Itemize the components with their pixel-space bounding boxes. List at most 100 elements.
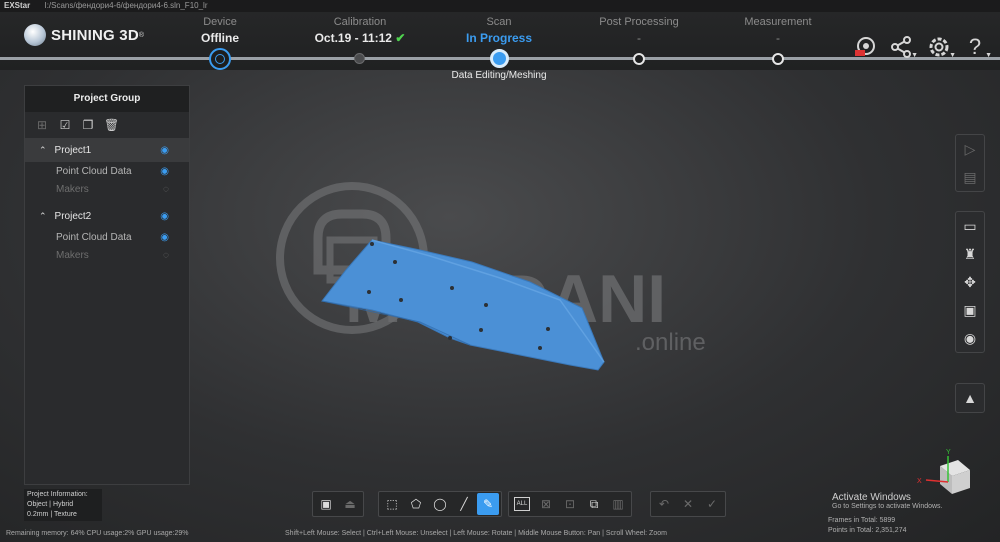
step-measurement-label: Measurement xyxy=(744,16,812,28)
step-device-value: Offline xyxy=(201,31,239,45)
project-name: Project1 xyxy=(54,144,92,156)
step-scan-value: In Progress xyxy=(465,31,533,45)
eye-off-icon[interactable]: ◌ xyxy=(163,250,169,261)
eye-icon[interactable]: ◉ xyxy=(160,232,169,243)
project-info-line: Object | Hybrid xyxy=(27,501,74,508)
brush-select-icon[interactable]: ✎ xyxy=(477,493,499,515)
project-info-line: 0.2mm | Texture xyxy=(27,511,77,518)
windows-activation-notice: Activate Windows Go to Settings to activ… xyxy=(832,492,943,510)
copy-icon[interactable]: ❐ xyxy=(81,118,95,132)
save-disk-icon[interactable]: ▣ xyxy=(315,493,337,515)
help-dropdown-icon: ▼ xyxy=(985,52,992,59)
watermark-suffix: .online xyxy=(635,329,706,356)
calibration-time: Oct.19 - 11:12 xyxy=(314,31,392,45)
line-select-icon[interactable]: ╱ xyxy=(453,493,475,515)
step-calibration-value: Oct.19 - 11:12 ✔ xyxy=(290,31,430,45)
scan-node[interactable] xyxy=(490,49,509,68)
right-toolbar-bottom: ▲ xyxy=(955,383,985,413)
bottom-toolbar-select: ⬚ ⬠ ◯ ╱ ✎ xyxy=(378,491,502,517)
settings-icon[interactable]: ▼ xyxy=(924,34,956,60)
post-processing-node[interactable] xyxy=(633,53,645,65)
project-item-row[interactable]: Point Cloud Data ◉ xyxy=(25,228,189,246)
delete-icon[interactable]: 🗑 xyxy=(104,118,119,132)
brand-trademark: ® xyxy=(138,31,145,39)
share-dropdown-icon: ▼ xyxy=(911,52,918,59)
brand-name: SHINING 3D xyxy=(51,26,139,44)
step-device-label: Device xyxy=(203,16,237,28)
view-eye-icon[interactable]: ◉ xyxy=(956,324,984,352)
app-name: EXStar xyxy=(4,1,31,10)
resource-usage: Remaining memory: 64% CPU usage:2% GPU u… xyxy=(6,530,189,537)
step-scan[interactable]: Scan In Progress xyxy=(429,16,569,45)
bottom-toolbar-file: ▣ ⏏ xyxy=(312,491,364,517)
project-name: Project2 xyxy=(54,210,92,222)
step-device[interactable]: Device Offline xyxy=(150,16,290,45)
delete-selection-icon[interactable]: ▥ xyxy=(607,493,629,515)
scanner-icon[interactable] xyxy=(850,34,880,60)
step-measurement-value: - xyxy=(776,31,780,45)
step-measurement[interactable]: Measurement - xyxy=(708,16,848,45)
step-post-processing-label: Post Processing xyxy=(599,16,679,28)
edit-icon[interactable]: ☑ xyxy=(58,118,72,132)
project-item-row[interactable]: Makers ◌ xyxy=(25,246,189,264)
project-item-row[interactable]: Makers ◌ xyxy=(25,180,189,198)
project-item-row[interactable]: Point Cloud Data ◉ xyxy=(25,162,189,180)
step-post-processing-value: - xyxy=(637,31,641,45)
step-post-processing[interactable]: Post Processing - xyxy=(569,16,709,45)
brand-logo: SHINING 3D ® xyxy=(24,24,144,46)
eye-icon[interactable]: ◉ xyxy=(160,211,169,222)
activate-sub: Go to Settings to activate Windows. xyxy=(832,503,943,510)
panel-title: Project Group xyxy=(25,86,189,112)
measurement-node[interactable] xyxy=(772,53,784,65)
project-information: Project Information: Object | Hybrid 0.2… xyxy=(24,489,102,521)
scanned-mesh[interactable] xyxy=(321,239,605,371)
right-toolbar-top: ▷ ▤ xyxy=(955,134,985,192)
project-row[interactable]: ⌃ Project2 ◉ xyxy=(25,204,189,228)
project-row[interactable]: ⌃ Project1 ◉ xyxy=(25,138,189,162)
axis-y-label: Y xyxy=(946,449,951,456)
cancel-icon[interactable]: ✕ xyxy=(677,493,699,515)
apply-icon[interactable]: ✓ xyxy=(701,493,723,515)
unselect-icon[interactable]: ⊠ xyxy=(535,493,557,515)
axis-x-label: X xyxy=(917,478,922,485)
device-node-icon[interactable] xyxy=(209,48,231,70)
lasso-select-icon[interactable]: ◯ xyxy=(429,493,451,515)
eye-icon[interactable]: ◉ xyxy=(160,145,169,156)
clean-brush-icon[interactable]: ♜ xyxy=(956,240,984,268)
eye-icon[interactable]: ◉ xyxy=(160,166,169,177)
window-icon[interactable]: ▭ xyxy=(956,212,984,240)
project-item-label: Makers xyxy=(56,183,89,195)
puzzle-icon[interactable]: ✥ xyxy=(956,268,984,296)
mouse-hints: Shift+Left Mouse: Select | Ctrl+Left Mou… xyxy=(285,530,667,537)
play-icon[interactable]: ▷ xyxy=(956,135,984,163)
project-item-label: Point Cloud Data xyxy=(56,231,132,243)
polygon-select-icon[interactable]: ⬠ xyxy=(405,493,427,515)
mesh-icon[interactable]: ▲ xyxy=(956,384,984,412)
help-icon[interactable]: ? ▼ xyxy=(960,34,992,60)
right-toolbar-main: ▭ ♜ ✥ ▣ ◉ xyxy=(955,211,985,353)
settings-dropdown-icon: ▼ xyxy=(949,52,956,59)
undo-icon[interactable]: ↶ xyxy=(653,493,675,515)
collapse-icon[interactable]: ⌃ xyxy=(39,145,47,156)
eye-off-icon[interactable]: ◌ xyxy=(163,184,169,195)
save-icon[interactable]: ▣ xyxy=(956,296,984,324)
project-group-panel: Project Group ⊞ ☑ ❐ 🗑 ⌃ Project1 ◉ Point… xyxy=(24,85,190,485)
step-calibration[interactable]: Calibration Oct.19 - 11:12 ✔ xyxy=(290,16,430,45)
invert-select-icon[interactable]: ⊡ xyxy=(559,493,581,515)
axis-gizmo[interactable]: Y X xyxy=(917,449,970,494)
list-panel-icon[interactable]: ▤ xyxy=(956,163,984,191)
step-scan-label: Scan xyxy=(486,16,512,28)
add-icon[interactable]: ⊞ xyxy=(35,118,49,132)
select-all-button[interactable]: ALL xyxy=(511,493,533,515)
check-icon: ✔ xyxy=(395,31,406,45)
collapse-icon[interactable]: ⌃ xyxy=(39,211,47,222)
bottom-toolbar-actions: ALL ⊠ ⊡ ⧉ ▥ xyxy=(508,491,632,517)
calibration-node[interactable] xyxy=(354,53,365,64)
select-connected-icon[interactable]: ⧉ xyxy=(583,493,605,515)
header: SHINING 3D ® Device Offline Calibration O… xyxy=(0,12,1000,70)
frames-total: Frames in Total: 5899 xyxy=(828,517,896,524)
rect-select-icon[interactable]: ⬚ xyxy=(381,493,403,515)
share-icon[interactable]: ▼ xyxy=(886,34,918,60)
export-icon[interactable]: ⏏ xyxy=(339,493,361,515)
logo-icon xyxy=(24,24,46,46)
